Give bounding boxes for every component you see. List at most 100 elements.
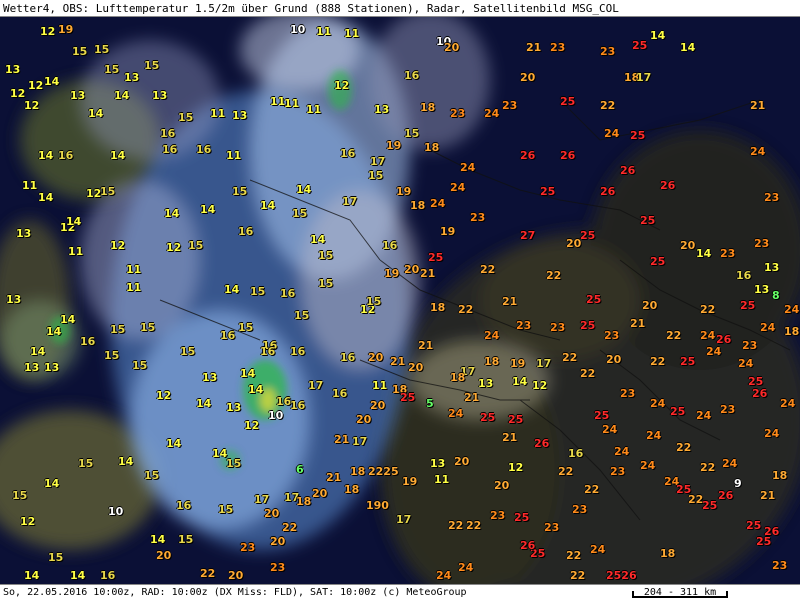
station-temperature: 190 xyxy=(366,499,389,512)
station-temperature: 11 xyxy=(434,473,450,486)
station-temperature: 24 xyxy=(604,127,620,140)
station-temperature: 22 xyxy=(480,263,496,276)
station-temperature: 26 xyxy=(520,539,536,552)
station-temperature: 22 xyxy=(448,519,464,532)
station-temperature: 22 xyxy=(466,519,482,532)
station-temperature: 23 xyxy=(450,107,466,120)
station-temperature: 20 xyxy=(228,569,244,582)
station-temperature: 14 xyxy=(260,199,276,212)
station-temperature: 18 xyxy=(450,371,466,384)
station-temperature: 12 xyxy=(40,25,56,38)
station-temperature: 21 xyxy=(334,433,350,446)
station-temperature: 15 xyxy=(12,489,28,502)
station-temperature: 15 xyxy=(110,323,126,336)
station-temperature: 22 xyxy=(570,569,586,582)
station-temperature: 13 xyxy=(44,361,60,374)
station-temperature: 12 xyxy=(508,461,524,474)
station-temperature: 25 xyxy=(480,411,496,424)
station-temperature: 14 xyxy=(118,455,134,468)
station-temperature: 24 xyxy=(784,303,800,316)
station-temperature: 25 xyxy=(508,413,524,426)
scale-bar: 204 - 311 km xyxy=(632,587,728,598)
station-temperature: 16 xyxy=(58,149,74,162)
station-temperature: 6 xyxy=(296,463,304,476)
station-temperature: 20 xyxy=(404,263,420,276)
station-temperature: 20 xyxy=(368,351,384,364)
station-temperature: 15 xyxy=(78,457,94,470)
station-temperature: 13 xyxy=(16,227,32,240)
station-temperature: 14 xyxy=(46,325,62,338)
station-temperature: 13 xyxy=(754,283,770,296)
station-temperature: 11 xyxy=(226,149,242,162)
station-temperature: 14 xyxy=(310,233,326,246)
station-temperature: 24 xyxy=(602,423,618,436)
station-temperature: 19 xyxy=(510,357,526,370)
station-temperature: 24 xyxy=(640,459,656,472)
station-temperature: 13 xyxy=(24,361,40,374)
station-temperature: 20 xyxy=(454,455,470,468)
station-temperature: 14 xyxy=(60,313,76,326)
station-temperature: 14 xyxy=(30,345,46,358)
station-temperature: 22 xyxy=(584,483,600,496)
station-temperature: 24 xyxy=(614,445,630,458)
station-temperature: 14 xyxy=(38,149,54,162)
station-temperature: 18 xyxy=(424,141,440,154)
station-temperature: 26 xyxy=(752,387,768,400)
station-temperature: 20 xyxy=(680,239,696,252)
station-temperature: 13 xyxy=(764,261,780,274)
station-temperature: 19 xyxy=(384,267,400,280)
station-temperature: 25 xyxy=(586,293,602,306)
station-temperature: 20 xyxy=(370,399,386,412)
station-temperature: 20 xyxy=(264,507,280,520)
station-temperature: 18 xyxy=(772,469,788,482)
station-temperature: 20 xyxy=(444,41,460,54)
station-temperature: 20 xyxy=(566,237,582,250)
station-temperature: 10 xyxy=(290,23,306,36)
status-footer: So, 22.05.2016 10:00z, RAD: 10:00z (DX M… xyxy=(0,584,800,600)
station-temperature: 14 xyxy=(88,107,104,120)
station-temperature: 25 xyxy=(746,519,762,532)
station-temperature: 25 xyxy=(670,405,686,418)
station-temperature: 16 xyxy=(196,143,212,156)
station-temperature: 11 xyxy=(126,263,142,276)
station-temperature: 24 xyxy=(764,427,780,440)
station-temperature: 21 xyxy=(326,471,342,484)
station-temperature: 14 xyxy=(150,533,166,546)
station-temperature: 24 xyxy=(750,145,766,158)
station-temperature: 24 xyxy=(696,409,712,422)
station-temperature: 22 xyxy=(676,441,692,454)
station-temperature: 16 xyxy=(176,499,192,512)
station-temperature: 22 xyxy=(458,303,474,316)
station-temperature: 20 xyxy=(270,535,286,548)
station-temperature: 21 xyxy=(526,41,542,54)
station-temperature: 16 xyxy=(260,345,276,358)
station-temperature: 16 xyxy=(340,147,356,160)
station-temperature: 13 xyxy=(152,89,168,102)
station-temperature: 13 xyxy=(232,109,248,122)
station-temperature: 22 xyxy=(650,355,666,368)
station-temperature: 25 xyxy=(580,229,596,242)
station-temperature: 23 xyxy=(550,321,566,334)
station-temperature: 13 xyxy=(202,371,218,384)
station-temperature: 17 xyxy=(342,195,358,208)
station-temperature: 17 xyxy=(352,435,368,448)
station-temperature: 15 xyxy=(188,239,204,252)
station-temperature: 21 xyxy=(464,391,480,404)
station-temperature: 25 xyxy=(594,409,610,422)
station-temperature: 11 xyxy=(316,25,332,38)
station-temperature: 18 xyxy=(484,355,500,368)
station-temperature: 20 xyxy=(408,361,424,374)
station-temperature: 11 xyxy=(284,97,300,110)
station-temperature: 16 xyxy=(404,69,420,82)
station-temperature: 11 xyxy=(210,107,226,120)
station-temperature: 16 xyxy=(238,225,254,238)
station-temperature: 11 xyxy=(22,179,38,192)
station-temperature: 24 xyxy=(646,429,662,442)
station-temperature: 24 xyxy=(460,161,476,174)
station-temperature: 15 xyxy=(238,321,254,334)
station-temperature: 15 xyxy=(144,59,160,72)
station-temperature: 26 xyxy=(534,437,550,450)
station-temperature: 15 xyxy=(48,551,64,564)
station-temperature: 25 xyxy=(748,375,764,388)
station-temperature: 23 xyxy=(550,41,566,54)
